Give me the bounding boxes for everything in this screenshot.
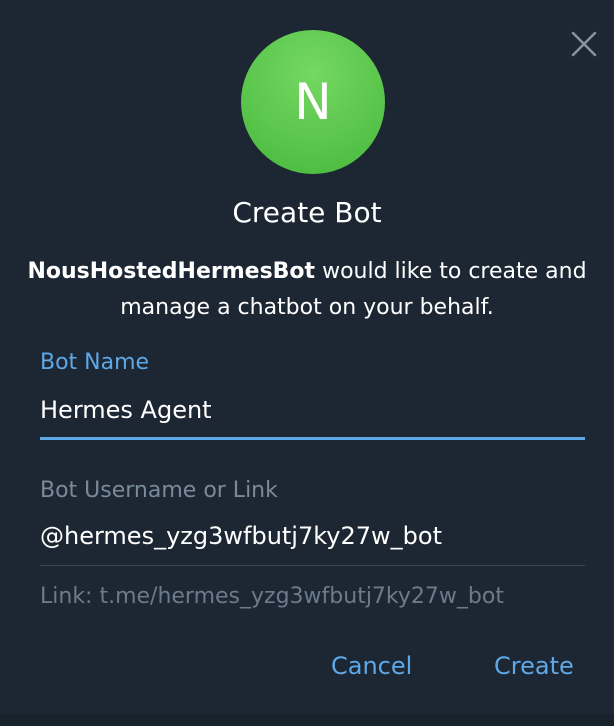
bot-name-label: Bot Name	[40, 350, 150, 375]
bot-avatar: N	[241, 30, 385, 174]
create-bot-dialog: N Create Bot NousHostedHermesBot would l…	[0, 0, 614, 726]
link-hint: Link: t.me/hermes_yzg3wfbutj7ky27w_bot	[40, 584, 504, 609]
close-button[interactable]	[566, 26, 602, 62]
bot-name-input[interactable]	[40, 390, 585, 430]
bot-username-underline	[40, 565, 585, 566]
close-icon	[571, 31, 597, 57]
request-description: NousHostedHermesBot would like to create…	[20, 254, 594, 326]
cancel-button[interactable]: Cancel	[331, 652, 412, 680]
dialog-title: Create Bot	[232, 196, 382, 229]
bot-name-underline	[40, 437, 585, 440]
background-strip	[0, 714, 614, 726]
create-button[interactable]: Create	[494, 652, 574, 680]
requester-name: NousHostedHermesBot	[27, 259, 316, 284]
avatar-letter: N	[294, 73, 332, 131]
bot-username-input[interactable]	[40, 516, 585, 556]
bot-username-label: Bot Username or Link	[40, 478, 278, 503]
